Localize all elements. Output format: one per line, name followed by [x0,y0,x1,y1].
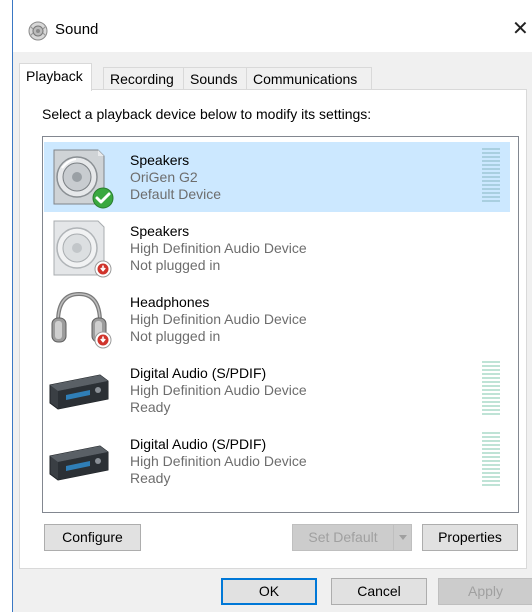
configure-button[interactable]: Configure [44,524,141,551]
device-name: Headphones [130,294,210,310]
device-row[interactable]: Speakers OriGen G2 Default Device [44,142,510,212]
device-name: Digital Audio (S/PDIF) [130,436,267,452]
tab-sounds[interactable]: Sounds [183,67,250,89]
instruction-text: Select a playback device below to modify… [42,106,372,122]
green-check-icon [92,187,114,209]
title-bar: Sound ✕ [13,0,532,52]
tab-recording[interactable]: Recording [103,67,188,89]
red-unplugged-icon [94,331,112,349]
tab-playback[interactable]: Playback [19,63,92,91]
cancel-button[interactable]: Cancel [331,578,427,605]
tab-communications[interactable]: Communications [246,67,372,89]
device-row[interactable]: Digital Audio (S/PDIF) High Definition A… [44,355,510,425]
digital-receiver-icon [49,374,109,410]
volume-meter-icon [482,432,500,486]
device-status: Ready [130,399,171,415]
apply-button[interactable]: Apply [438,578,532,605]
device-status: Not plugged in [130,257,221,273]
sound-dialog: Sound ✕ Playback Recording Sounds Commun… [12,0,532,612]
device-driver: High Definition Audio Device [130,453,307,469]
device-status: Ready [130,470,171,486]
device-status: Not plugged in [130,328,221,344]
device-info: Digital Audio (S/PDIF) High Definition A… [130,365,307,416]
digital-receiver-icon [49,445,109,481]
device-name: Speakers [130,152,190,168]
device-name: Digital Audio (S/PDIF) [130,365,267,381]
device-driver: High Definition Audio Device [130,311,307,327]
device-row[interactable]: Speakers High Definition Audio Device No… [44,213,510,283]
device-row[interactable]: Digital Audio (S/PDIF) High Definition A… [44,426,510,496]
device-driver: High Definition Audio Device [130,240,307,256]
playback-panel: Select a playback device below to modify… [19,89,527,569]
red-unplugged-icon [94,260,112,278]
device-info: Headphones High Definition Audio Device … [130,294,307,345]
device-status: Default Device [130,186,222,202]
close-button[interactable]: ✕ [512,14,532,44]
properties-button[interactable]: Properties [422,524,518,551]
device-info: Digital Audio (S/PDIF) High Definition A… [130,436,307,487]
device-name: Speakers [130,223,190,239]
device-driver: OriGen G2 [130,169,198,185]
chevron-down-icon[interactable] [393,525,411,550]
window-title: Sound [55,21,99,38]
volume-meter-icon [482,148,500,202]
set-default-label: Set Default [308,529,378,545]
device-list[interactable]: Speakers OriGen G2 Default Device Speake… [42,136,519,513]
set-default-button[interactable]: Set Default [292,524,412,551]
device-row[interactable]: Headphones High Definition Audio Device … [44,284,510,354]
ok-button[interactable]: OK [221,578,317,605]
device-info: Speakers OriGen G2 Default Device [130,152,221,203]
device-driver: High Definition Audio Device [130,382,307,398]
speaker-icon [28,21,48,41]
device-info: Speakers High Definition Audio Device No… [130,223,307,274]
volume-meter-icon [482,361,500,415]
